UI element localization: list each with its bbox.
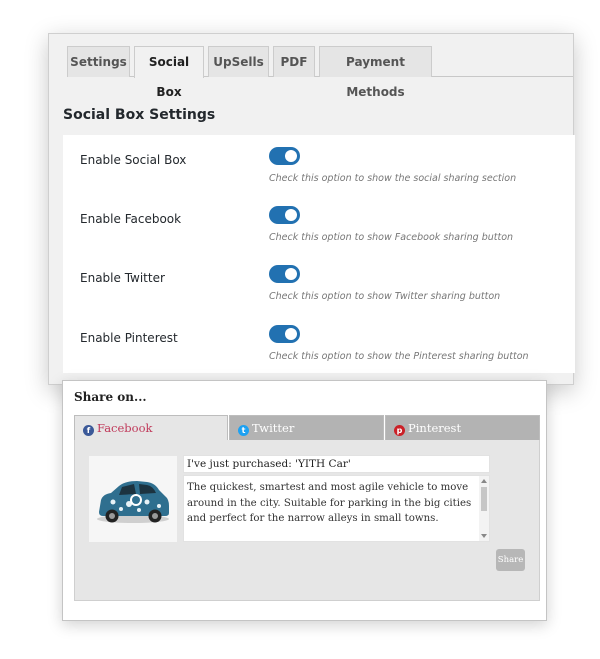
settings-tab-bar: Settings Social Box UpSells PDF Payment … [67, 46, 573, 99]
option-label: Enable Pinterest [80, 331, 178, 345]
tab-pdf[interactable]: PDF [273, 46, 315, 77]
pinterest-toggle[interactable] [269, 325, 300, 343]
option-row-pinterest: Enable Pinterest Check this option to sh… [63, 313, 575, 373]
share-message-textarea[interactable]: The quickest, smartest and most agile ve… [183, 475, 490, 542]
tab-payment-methods[interactable]: Payment Methods [319, 46, 432, 99]
share-message-title[interactable]: I've just purchased: 'YITH Car' [183, 455, 490, 473]
tab-label: Pinterest [408, 421, 462, 435]
share-box: Share on... f Facebook t Twitter p Pinteres… [62, 380, 547, 621]
share-box-title: Share on... [74, 390, 147, 404]
tab-label: Twitter [252, 421, 295, 435]
car-image [97, 481, 169, 523]
scroll-up-arrow-icon[interactable] [481, 479, 487, 483]
tab-settings[interactable]: Settings [67, 46, 130, 77]
option-label: Enable Social Box [80, 153, 187, 167]
option-label: Enable Facebook [80, 212, 182, 226]
tab-twitter[interactable]: t Twitter [229, 415, 384, 441]
settings-form: Enable Social Box Check this option to s… [63, 135, 575, 373]
option-description: Check this option to show Twitter sharin… [269, 291, 501, 302]
settings-panel: Settings Social Box UpSells PDF Payment … [48, 33, 575, 385]
share-message-body: The quickest, smartest and most agile ve… [187, 482, 472, 524]
tab-social-box[interactable]: Social Box [134, 46, 204, 99]
toggle-knob [285, 150, 297, 162]
twitter-icon: t [238, 425, 249, 436]
facebook-toggle[interactable] [269, 206, 300, 224]
scroll-down-arrow-icon[interactable] [481, 534, 487, 538]
option-label: Enable Twitter [80, 271, 165, 285]
option-row-facebook: Enable Facebook Check this option to sho… [63, 194, 575, 254]
option-description: Check this option to show the Pinterest … [269, 351, 529, 362]
option-description: Check this option to show the social sha… [269, 173, 517, 184]
social-box-toggle[interactable] [269, 147, 300, 165]
option-description: Check this option to show Facebook shari… [269, 232, 514, 243]
tab-pinterest[interactable]: p Pinterest [385, 415, 540, 441]
tab-facebook[interactable]: f Facebook [74, 415, 228, 441]
option-row-social-box: Enable Social Box Check this option to s… [63, 135, 575, 195]
pinterest-icon: p [394, 425, 405, 436]
tab-upsells[interactable]: UpSells [208, 46, 269, 77]
toggle-knob [285, 328, 297, 340]
textarea-scrollbar[interactable] [479, 476, 489, 541]
section-title: Social Box Settings [63, 107, 216, 123]
product-thumbnail [89, 456, 177, 542]
twitter-toggle[interactable] [269, 265, 300, 283]
share-button[interactable]: Share [496, 549, 525, 571]
option-row-twitter: Enable Twitter Check this option to show… [63, 253, 575, 313]
scrollbar-thumb[interactable] [481, 487, 487, 511]
toggle-knob [285, 209, 297, 221]
facebook-icon: f [83, 425, 94, 436]
toggle-knob [285, 268, 297, 280]
tab-label: Facebook [97, 421, 153, 435]
share-tab-bar: f Facebook t Twitter p Pinterest [74, 415, 540, 441]
share-panel: I've just purchased: 'YITH Car' The quic… [74, 440, 540, 601]
